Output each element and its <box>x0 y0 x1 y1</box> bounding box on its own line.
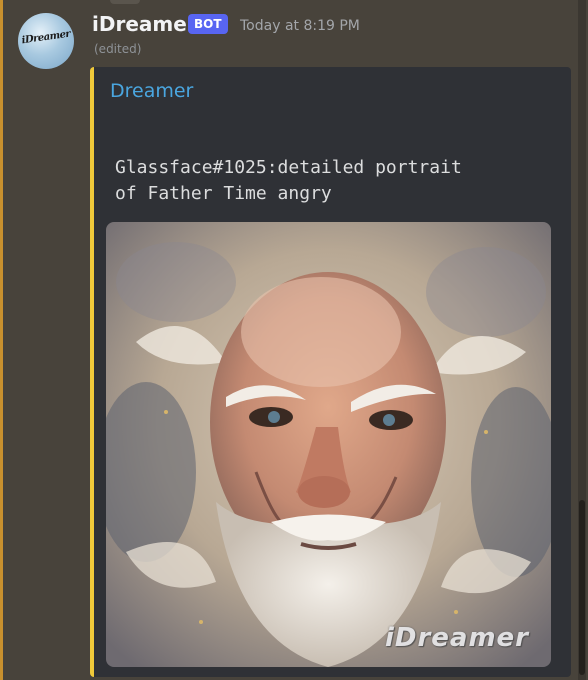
edited-label: (edited) <box>94 42 142 56</box>
portrait-illustration <box>106 222 551 667</box>
bot-badge: BOT <box>188 14 228 34</box>
embed-image[interactable]: iDreamer <box>106 222 551 667</box>
embed-description: Glassface#1025:detailed portrait of Fath… <box>115 157 462 204</box>
message-embed: Dreamer Glassface#1025:detailed portrait… <box>90 67 571 677</box>
avatar[interactable]: iDreamer <box>18 13 74 69</box>
username[interactable]: iDreamer <box>92 12 197 36</box>
avatar-logo-text: iDreamer <box>21 28 71 47</box>
unread-accent-bar <box>0 0 3 680</box>
scrollbar-thumb[interactable] <box>579 500 585 675</box>
previous-message-edge <box>110 0 140 4</box>
message-timestamp[interactable]: Today at 8:19 PM <box>240 18 360 34</box>
image-watermark: iDreamer <box>384 623 529 653</box>
embed-author-link[interactable]: Dreamer <box>110 80 193 102</box>
